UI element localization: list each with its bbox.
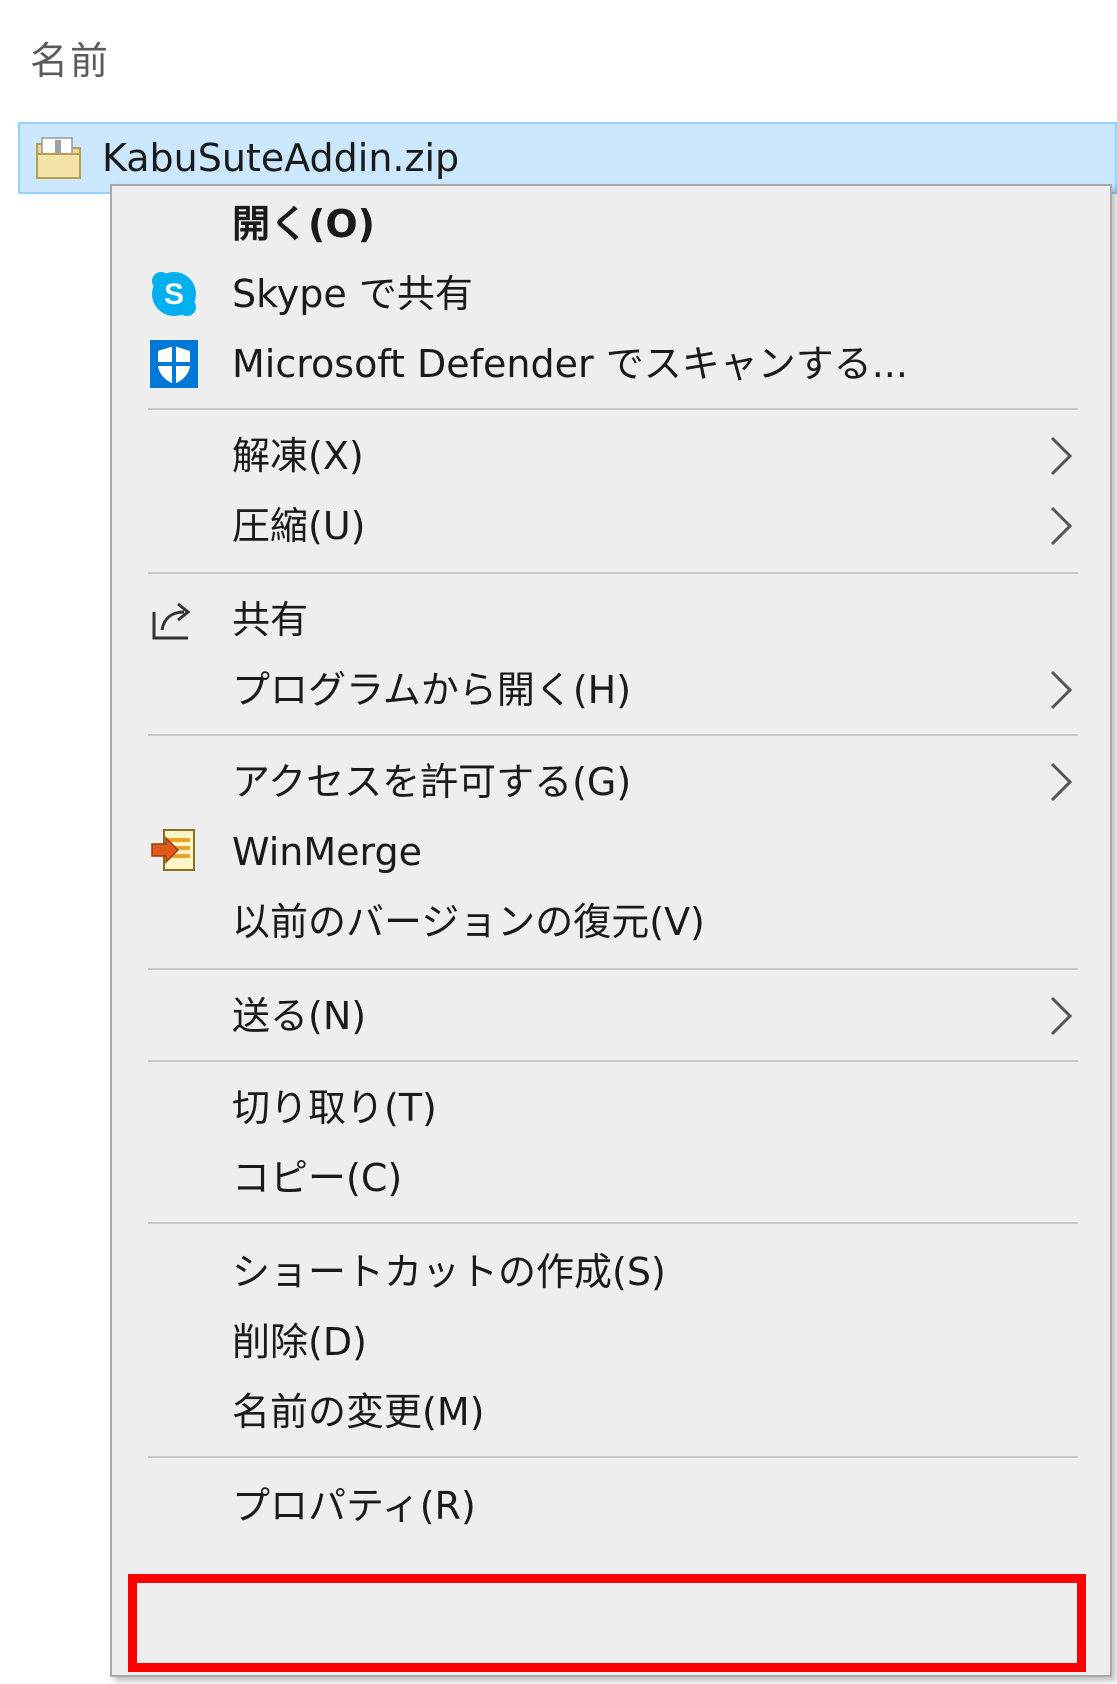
menu-separator xyxy=(148,408,1078,410)
menu-item-label: 開く(O) xyxy=(232,202,376,246)
menu-item-label: プロパティ(R) xyxy=(232,1484,476,1528)
chevron-right-icon xyxy=(1050,670,1073,710)
menu-item-label: 送る(N) xyxy=(232,994,367,1038)
menu-item-label: 切り取り(T) xyxy=(232,1086,437,1130)
chevron-right-icon xyxy=(1050,762,1073,802)
context-menu: 開く(O) S Skype で共有 Microsoft Defender でスキ… xyxy=(110,184,1112,1677)
menu-separator xyxy=(148,968,1078,970)
menu-item-label: プログラムから開く(H) xyxy=(232,668,632,712)
menu-item-share-skype[interactable]: S Skype で共有 xyxy=(112,256,1110,332)
menu-item-label: WinMerge xyxy=(232,830,422,874)
menu-item-label: Microsoft Defender でスキャンする... xyxy=(232,342,908,386)
menu-item-label: 解凍(X) xyxy=(232,434,364,478)
menu-item-create-shortcut[interactable]: ショートカットの作成(S) xyxy=(112,1234,1110,1310)
share-icon xyxy=(152,602,191,640)
skype-icon: S xyxy=(152,272,196,316)
menu-item-send-to[interactable]: 送る(N) xyxy=(112,978,1110,1054)
menu-item-label: 名前の変更(M) xyxy=(232,1390,485,1434)
menu-item-restore-previous-versions[interactable]: 以前のバージョンの復元(V) xyxy=(112,884,1110,960)
menu-item-label: ショートカットの作成(S) xyxy=(232,1250,666,1294)
menu-item-give-access[interactable]: アクセスを許可する(G) xyxy=(112,744,1110,820)
chevron-right-icon xyxy=(1050,506,1073,546)
menu-separator xyxy=(148,1222,1078,1224)
zip-folder-icon xyxy=(36,137,81,179)
chevron-right-icon xyxy=(1050,996,1073,1036)
menu-item-label: 圧縮(U) xyxy=(232,504,366,548)
annotation-highlight-box xyxy=(128,1574,1086,1672)
menu-item-open[interactable]: 開く(O) xyxy=(112,186,1110,262)
menu-separator xyxy=(148,1060,1078,1062)
menu-item-label: アクセスを許可する(G) xyxy=(232,760,632,804)
menu-item-extract[interactable]: 解凍(X) xyxy=(112,418,1110,494)
menu-item-rename[interactable]: 名前の変更(M) xyxy=(112,1374,1110,1450)
menu-item-properties[interactable]: プロパティ(R) xyxy=(112,1468,1110,1544)
menu-item-label: 以前のバージョンの復元(V) xyxy=(232,900,705,944)
menu-item-copy[interactable]: コピー(C) xyxy=(112,1140,1110,1216)
menu-item-open-with[interactable]: プログラムから開く(H) xyxy=(112,652,1110,728)
menu-separator xyxy=(148,572,1078,574)
menu-item-label: コピー(C) xyxy=(232,1156,403,1200)
menu-item-winmerge[interactable]: WinMerge xyxy=(112,814,1110,890)
explorer-view: 名前 KabuSuteAddin.zip 開く(O) S Skype で共有 M… xyxy=(0,0,1117,1684)
menu-item-label: Skype で共有 xyxy=(232,272,473,316)
winmerge-icon xyxy=(151,829,195,871)
menu-item-cut[interactable]: 切り取り(T) xyxy=(112,1070,1110,1146)
menu-separator xyxy=(148,734,1078,736)
chevron-right-icon xyxy=(1050,436,1073,476)
menu-item-share[interactable]: 共有 xyxy=(112,582,1110,658)
menu-item-label: 共有 xyxy=(232,598,309,642)
column-header-name[interactable]: 名前 xyxy=(30,30,110,85)
menu-item-defender-scan[interactable]: Microsoft Defender でスキャンする... xyxy=(112,326,1110,402)
menu-item-delete[interactable]: 削除(D) xyxy=(112,1304,1110,1380)
menu-item-label: 削除(D) xyxy=(232,1320,367,1364)
menu-separator xyxy=(148,1456,1078,1458)
menu-item-compress[interactable]: 圧縮(U) xyxy=(112,488,1110,564)
file-name[interactable]: KabuSuteAddin.zip xyxy=(102,132,459,184)
svg-text:S: S xyxy=(164,278,184,311)
defender-shield-icon xyxy=(150,340,198,388)
